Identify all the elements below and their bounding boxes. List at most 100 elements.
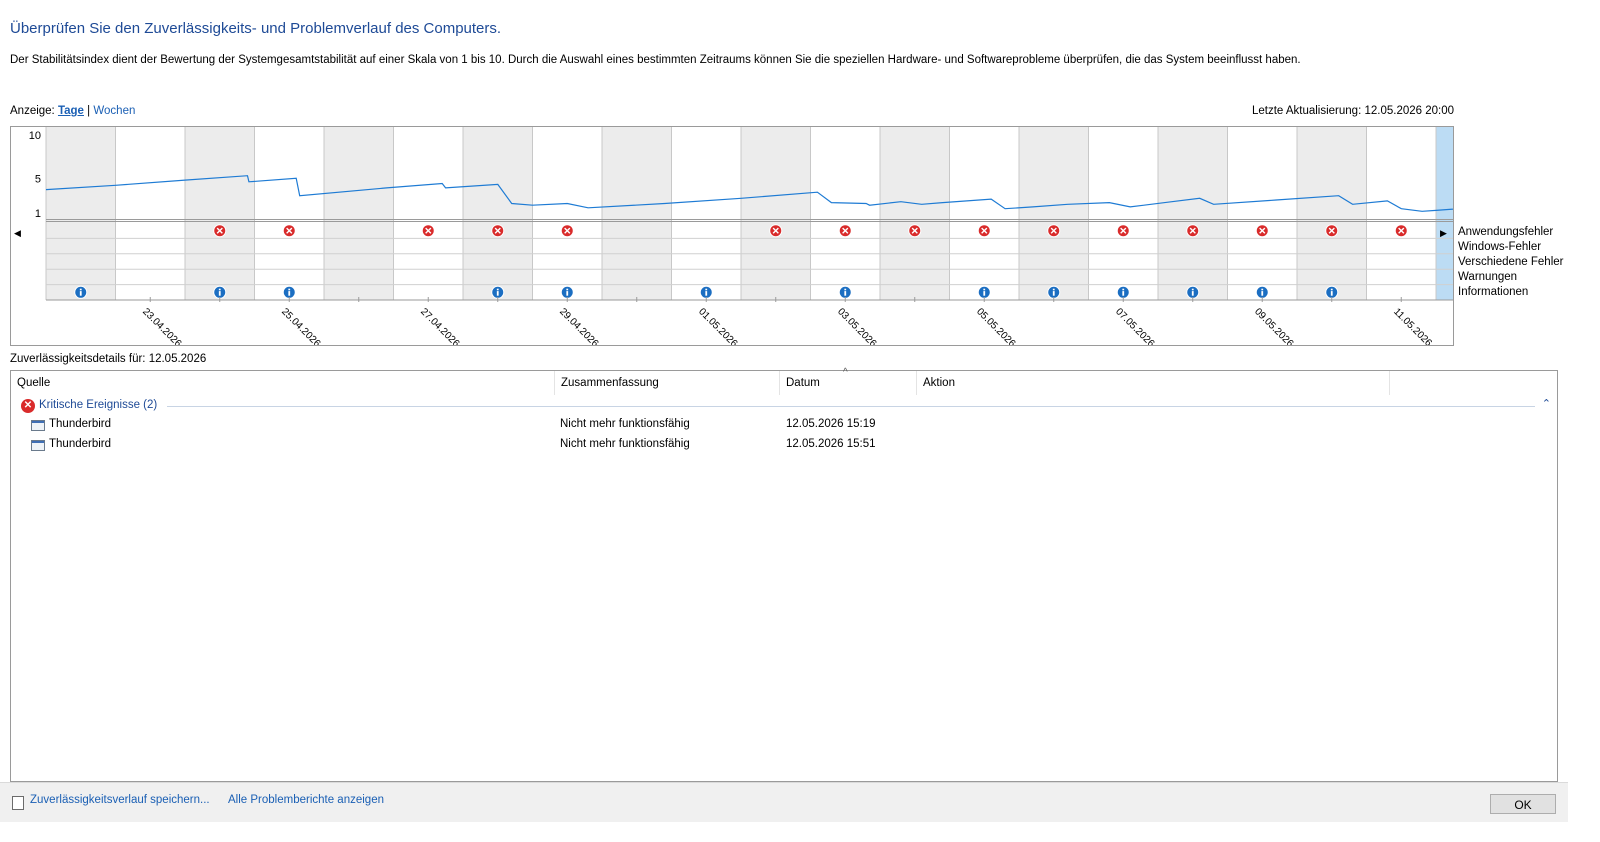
column-header-action[interactable]: Aktion	[917, 371, 1390, 395]
scroll-left-arrow-icon[interactable]: ◀	[14, 228, 21, 239]
sort-ascending-icon: ^	[843, 367, 848, 378]
info-stem-mark	[566, 291, 569, 296]
critical-error-icon: ✕	[21, 399, 35, 413]
cell-source: Thunderbird	[49, 438, 112, 450]
info-stem-mark	[218, 291, 221, 296]
group-divider	[167, 406, 1535, 407]
date-label: 23.04.2026	[140, 306, 183, 346]
view-selector: Anzeige: Tage | Wochen	[10, 105, 135, 117]
last-update: Letzte Aktualisierung: 12.05.2026 20:00	[1251, 105, 1454, 117]
date-label: 11.05.2026	[1391, 306, 1434, 346]
info-stem-mark	[705, 291, 708, 296]
info-stem-mark	[1122, 291, 1125, 296]
cell-summary: Nicht mehr funktionsfähig	[560, 438, 690, 450]
footer-bar: Zuverlässigkeitsverlauf speichern... All…	[0, 782, 1568, 823]
application-icon	[31, 420, 45, 431]
view-label: Anzeige:	[10, 105, 55, 117]
all-problem-reports-link[interactable]: Alle Problemberichte anzeigen	[228, 794, 384, 806]
chart-column	[1227, 127, 1297, 300]
column-header-summary[interactable]: Zusammenfassung	[555, 371, 780, 395]
chart-column	[1297, 127, 1367, 300]
chart-column	[1019, 127, 1089, 300]
date-label: 03.05.2026	[835, 306, 878, 346]
date-label: 07.05.2026	[1113, 306, 1156, 346]
y-tick-label: 10	[29, 130, 41, 142]
legend-warnings: Warnungen	[1458, 271, 1518, 283]
date-label: 01.05.2026	[696, 306, 739, 346]
view-days-link[interactable]: Tage	[58, 105, 84, 117]
chart-column	[393, 127, 463, 300]
application-icon	[31, 440, 45, 451]
collapse-chevron-icon[interactable]: ⌃	[1542, 397, 1551, 410]
chart-column	[1366, 127, 1436, 300]
legend-windows-errors: Windows-Fehler	[1458, 241, 1542, 253]
chart-column	[463, 127, 533, 300]
scroll-right-arrow-icon[interactable]: ▶	[1440, 228, 1447, 239]
info-stem-mark	[844, 291, 847, 296]
chart-legend: Anwendungsfehler Windows-Fehler Verschie…	[1458, 225, 1563, 300]
chart-column	[185, 127, 255, 300]
info-dot-mark	[566, 288, 569, 291]
view-weeks-link[interactable]: Wochen	[93, 105, 135, 117]
date-label: 27.04.2026	[418, 306, 461, 346]
info-stem-mark	[983, 291, 986, 296]
info-dot-mark	[705, 288, 708, 291]
column-header-date[interactable]: Datum	[780, 371, 917, 395]
info-stem-mark	[1191, 291, 1194, 296]
save-history-link[interactable]: Zuverlässigkeitsverlauf speichern...	[30, 794, 210, 806]
group-label: Kritische Ereignisse (2)	[39, 399, 158, 411]
info-stem-mark	[288, 291, 291, 296]
save-document-icon	[12, 796, 24, 810]
window-bottom-edge	[0, 822, 1568, 842]
info-dot-mark	[1191, 288, 1194, 291]
info-dot-mark	[844, 288, 847, 291]
y-tick-label: 5	[35, 173, 41, 185]
cell-summary: Nicht mehr funktionsfähig	[560, 418, 690, 430]
legend-application-errors: Anwendungsfehler	[1458, 226, 1554, 238]
cell-date: 12.05.2026 15:51	[786, 438, 876, 450]
legend-information: Informationen	[1458, 286, 1529, 298]
chart-column	[254, 127, 324, 300]
info-dot-mark	[79, 288, 82, 291]
column-header-source[interactable]: Quelle	[11, 371, 555, 395]
info-dot-mark	[288, 288, 291, 291]
chart-column	[46, 127, 116, 300]
info-stem-mark	[1261, 291, 1264, 296]
legend-misc-errors: Verschiedene Fehler	[1458, 256, 1564, 268]
group-critical-events[interactable]: ✕ Kritische Ereignisse (2) ⌃	[21, 397, 1551, 415]
chart-column	[741, 127, 811, 300]
info-dot-mark	[1052, 288, 1055, 291]
chart-column	[115, 127, 185, 300]
info-stem-mark	[79, 291, 82, 296]
info-dot-mark	[1261, 288, 1264, 291]
cell-date: 12.05.2026 15:19	[786, 418, 876, 430]
chart-column	[949, 127, 1019, 300]
date-label: 25.04.2026	[279, 306, 322, 346]
table-row[interactable]: Thunderbird Nicht mehr funktionsfähig 12…	[11, 415, 1557, 435]
chart-column	[810, 127, 880, 300]
chart-column	[532, 127, 602, 300]
chart-column	[1088, 127, 1158, 300]
info-stem-mark	[1052, 291, 1055, 296]
details-label: Zuverlässigkeitsdetails für: 12.05.2026	[10, 353, 207, 365]
date-label: 05.05.2026	[974, 306, 1017, 346]
info-stem-mark	[1330, 291, 1333, 296]
date-label: 29.04.2026	[557, 306, 600, 346]
reliability-chart[interactable]: 10 5 1 23.04.2026 25.04.2026 27.04.2026 29.04.…	[10, 126, 1454, 346]
chart-column	[1436, 127, 1453, 300]
table-row[interactable]: Thunderbird Nicht mehr funktionsfähig 12…	[11, 435, 1557, 455]
info-dot-mark	[1330, 288, 1333, 291]
ok-button[interactable]: OK	[1490, 794, 1556, 814]
y-tick-label: 1	[35, 208, 41, 220]
info-dot-mark	[496, 288, 499, 291]
chart-column	[324, 127, 394, 300]
info-stem-mark	[496, 291, 499, 296]
reliability-chart-svg: 10 5 1 23.04.2026 25.04.2026 27.04.2026 29.04.…	[29, 127, 1453, 346]
page-title: Überprüfen Sie den Zuverlässigkeits- und…	[10, 20, 502, 37]
chart-column	[880, 127, 950, 300]
info-dot-mark	[218, 288, 221, 291]
chart-column	[602, 127, 672, 300]
chart-column	[671, 127, 741, 300]
cell-source: Thunderbird	[49, 418, 112, 430]
chart-column	[1158, 127, 1228, 300]
